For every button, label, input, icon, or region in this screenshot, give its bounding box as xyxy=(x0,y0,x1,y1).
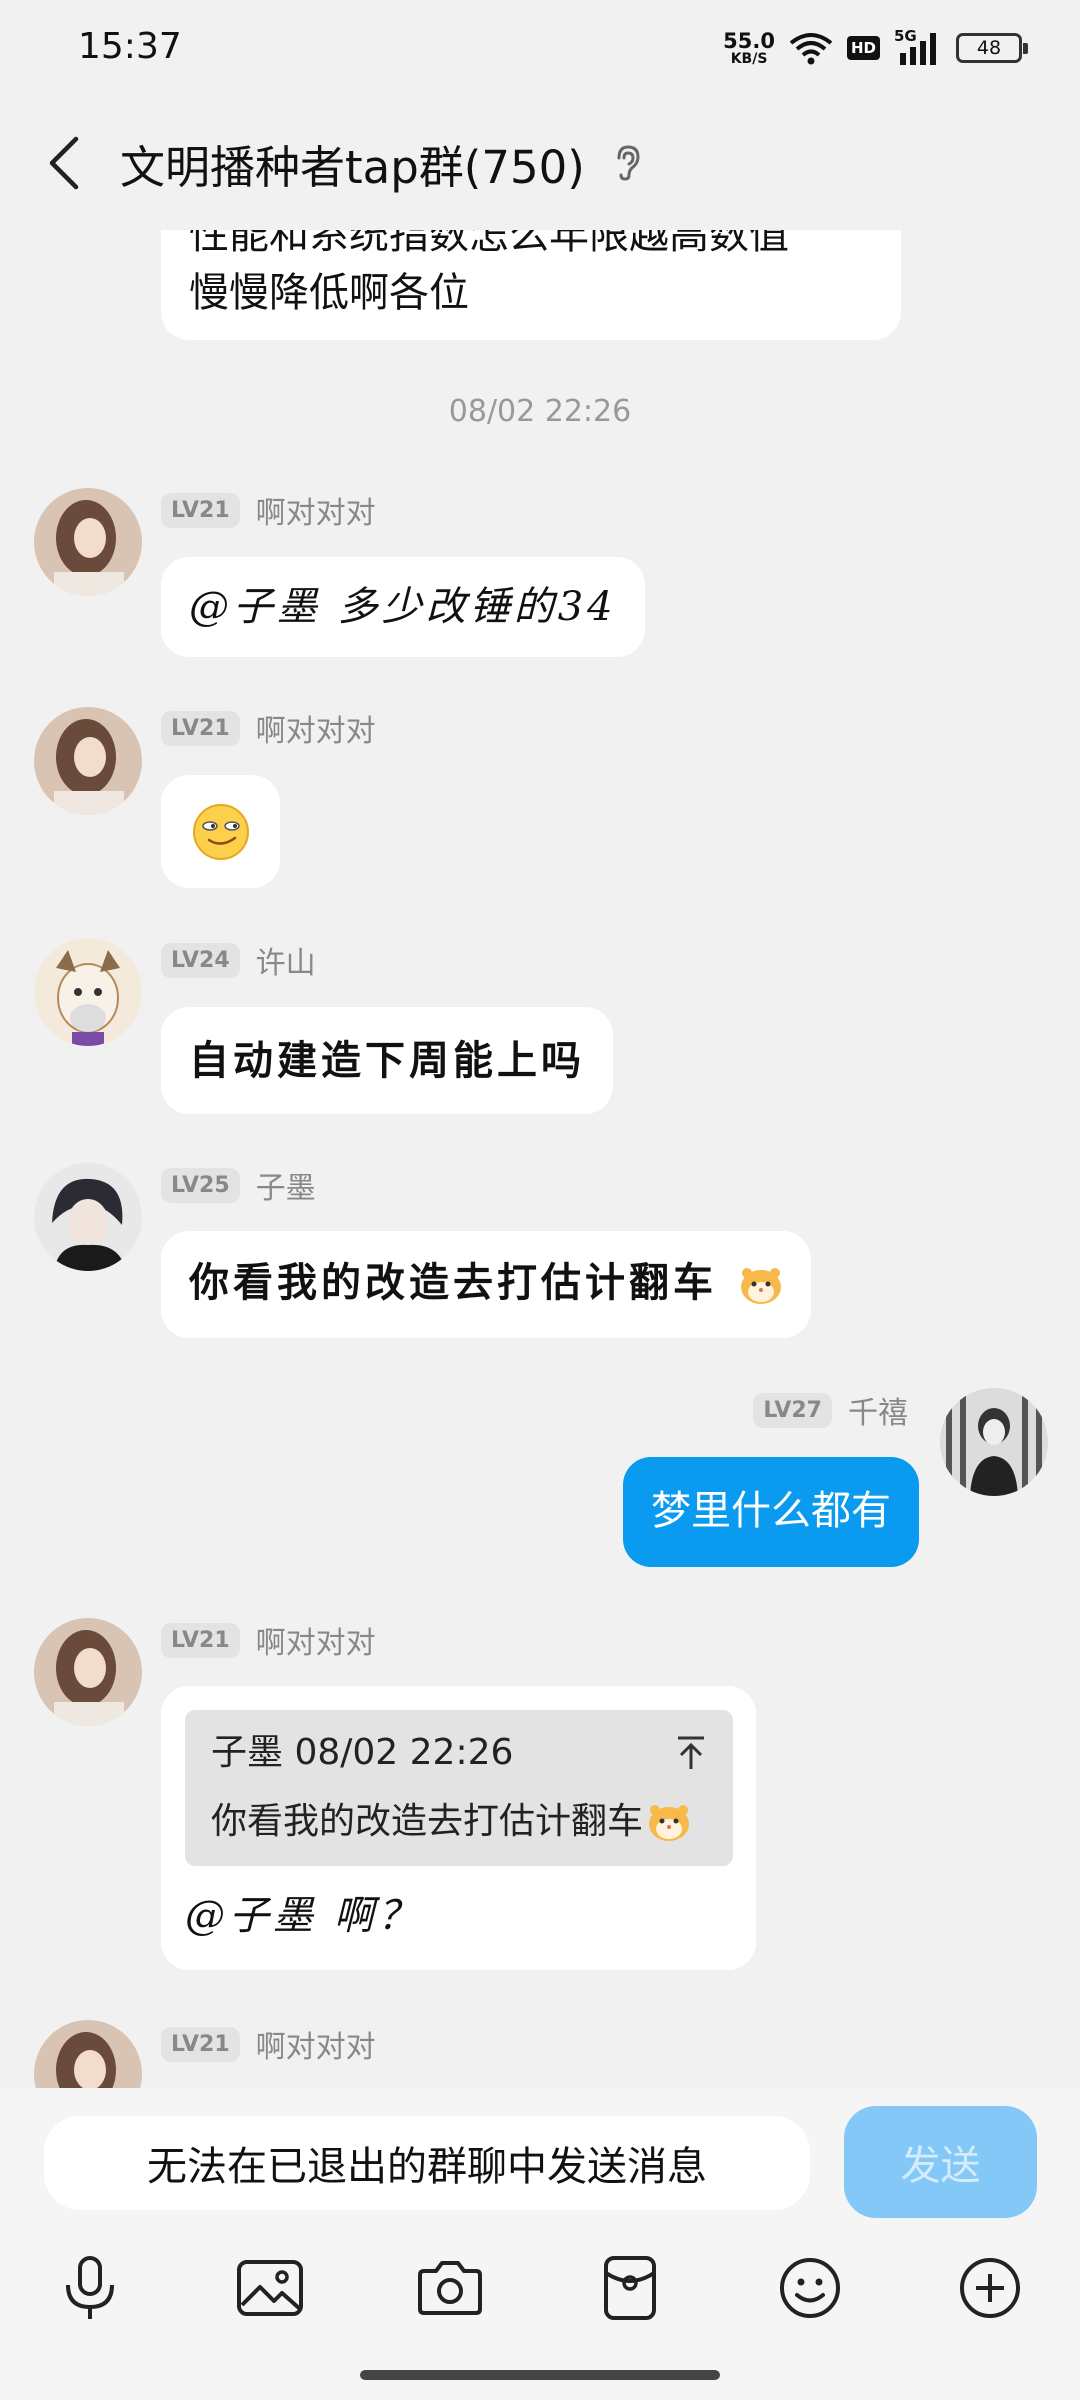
level-badge: LV27 xyxy=(753,1392,832,1428)
quote-header: 子墨 08/02 22:26 xyxy=(211,1732,514,1773)
ear-mode-button[interactable] xyxy=(607,143,647,183)
send-button[interactable]: 发送 xyxy=(844,2106,1037,2218)
image-icon xyxy=(237,2260,303,2316)
chat-area[interactable]: 性能和系统指数怎么年限越高数值 慢慢降低啊各位 08/02 22:26 LV21… xyxy=(0,0,1080,2088)
home-indicator[interactable] xyxy=(360,2370,720,2380)
message-text: 你看我的改造去打估计翻车 xyxy=(189,1260,717,1306)
message-meta: LV25 子墨 xyxy=(161,1163,316,1207)
message-meta: LV21 啊对对对 xyxy=(161,706,376,750)
level-badge: LV21 xyxy=(161,492,240,528)
back-icon xyxy=(49,136,79,190)
avatar[interactable] xyxy=(34,1163,142,1271)
jump-to-top-icon[interactable] xyxy=(675,1735,707,1771)
sender-nickname[interactable]: 千禧 xyxy=(848,1388,908,1432)
avatar[interactable] xyxy=(34,2020,142,2088)
wifi-icon xyxy=(789,33,833,65)
time-divider: 08/02 22:26 xyxy=(448,394,632,429)
avatar[interactable] xyxy=(34,707,142,815)
message-bubble-self[interactable]: 梦里什么都有 xyxy=(623,1457,919,1567)
red-packet-icon xyxy=(604,2256,656,2320)
message-text-partial-2: 慢慢降低啊各位 xyxy=(189,270,469,316)
emoji-button[interactable] xyxy=(770,2248,850,2328)
message-meta: LV27 千禧 xyxy=(753,1388,908,1432)
status-time: 15:37 xyxy=(78,26,182,67)
mic-icon xyxy=(66,2256,114,2319)
camera-button[interactable] xyxy=(410,2248,490,2328)
message-meta: LV21 啊对对对 xyxy=(161,1618,376,1662)
sender-nickname[interactable]: 啊对对对 xyxy=(256,2022,376,2066)
hd-badge: HD xyxy=(846,36,880,60)
ear-icon xyxy=(617,145,640,181)
toolbar xyxy=(0,2248,1080,2348)
signal-icon: 5G xyxy=(894,27,942,65)
sender-nickname[interactable]: 啊对对对 xyxy=(256,488,376,532)
message-meta: LV24 许山 xyxy=(161,938,316,982)
group-title[interactable]: 文明播种者tap群(750) xyxy=(120,131,585,196)
battery-icon: 48 xyxy=(956,33,1028,63)
message-input[interactable]: 无法在已退出的群聊中发送消息 xyxy=(44,2116,810,2210)
red-packet-button[interactable] xyxy=(590,2248,670,2328)
chat-header: 文明播种者tap群(750) xyxy=(0,96,1080,230)
camera-icon xyxy=(418,2261,482,2315)
level-badge: LV24 xyxy=(161,942,240,978)
status-icons: 55.0 KB/S HD 5G 48 xyxy=(723,24,1028,72)
smirk-emoji-icon xyxy=(192,803,249,860)
message-bubble[interactable]: @子墨 多少改锤的34 xyxy=(161,557,645,657)
input-bar: 无法在已退出的群聊中发送消息 发送 xyxy=(0,2088,1080,2400)
message-meta: LV21 啊对对对 xyxy=(161,2022,376,2066)
message-text: 自动建造下周能上吗 xyxy=(189,1038,585,1084)
send-label: 发送 xyxy=(900,2143,981,2189)
status-bar: 15:37 55.0 KB/S HD 5G 48 xyxy=(0,0,1080,96)
input-placeholder: 无法在已退出的群聊中发送消息 xyxy=(147,2144,707,2190)
message-bubble[interactable]: 你看我的改造去打估计翻车 xyxy=(161,1231,811,1338)
avatar-self[interactable] xyxy=(940,1388,1048,1496)
net-speed: 55.0 KB/S xyxy=(723,28,775,67)
sender-nickname[interactable]: 子墨 xyxy=(256,1163,316,1207)
level-badge: LV21 xyxy=(161,710,240,746)
level-badge: LV21 xyxy=(161,1622,240,1658)
quote-text: 你看我的改造去打估计翻车 xyxy=(211,1800,644,1842)
message-text: 梦里什么都有 xyxy=(651,1488,891,1534)
message-text: @子墨 多少改锤的34 xyxy=(189,584,617,630)
message-bubble[interactable]: 子墨 08/02 22:26 你看我的改造去打估计翻车 @子墨 啊？ xyxy=(161,1686,756,1970)
emoji-icon xyxy=(780,2258,840,2318)
avatar[interactable] xyxy=(34,1618,142,1726)
net-speed-value: 55.0 xyxy=(723,28,775,53)
message-meta: LV21 啊对对对 xyxy=(161,488,376,532)
sender-nickname[interactable]: 许山 xyxy=(256,938,316,982)
message-text: @子墨 啊？ xyxy=(185,1892,422,1939)
level-badge: LV25 xyxy=(161,1167,240,1203)
message-bubble[interactable]: 自动建造下周能上吗 xyxy=(161,1007,613,1114)
gallery-button[interactable] xyxy=(230,2248,310,2328)
plus-icon xyxy=(960,2258,1020,2318)
quoted-message[interactable]: 子墨 08/02 22:26 你看我的改造去打估计翻车 xyxy=(185,1710,733,1866)
more-button[interactable] xyxy=(950,2248,1030,2328)
avatar[interactable] xyxy=(34,488,142,596)
battery-level: 48 xyxy=(976,37,1002,59)
level-badge: LV21 xyxy=(161,2026,240,2062)
sender-nickname[interactable]: 啊对对对 xyxy=(256,706,376,750)
message-bubble[interactable] xyxy=(161,775,280,888)
net-speed-unit: KB/S xyxy=(730,50,768,67)
hamster-emoji-icon xyxy=(740,1268,781,1304)
back-button[interactable] xyxy=(24,123,104,203)
avatar[interactable] xyxy=(34,938,142,1046)
hamster-emoji-icon xyxy=(649,1805,690,1842)
voice-button[interactable] xyxy=(50,2248,130,2328)
sender-nickname[interactable]: 啊对对对 xyxy=(256,1618,376,1662)
